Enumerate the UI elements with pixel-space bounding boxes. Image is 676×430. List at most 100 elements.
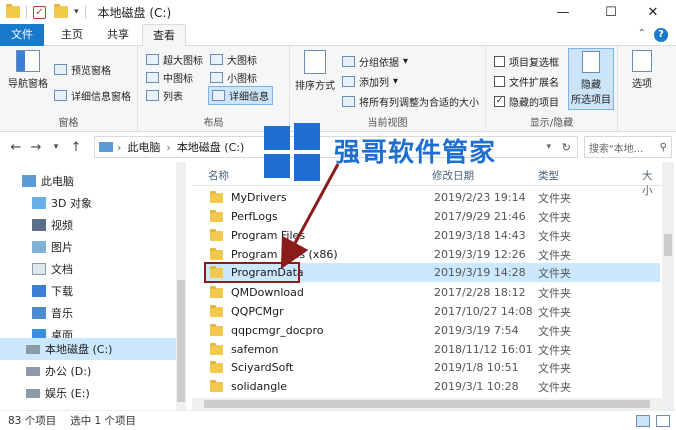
- layout-group: 超大图标 大图标 中图标 小图标 列表 详细信息 布局: [138, 46, 290, 132]
- nav-scroll-thumb[interactable]: [177, 280, 185, 402]
- forward-arrow-icon[interactable]: →: [26, 140, 46, 155]
- list-scroll-thumb[interactable]: [664, 234, 672, 256]
- medium-icons-option[interactable]: 中图标: [146, 70, 193, 85]
- checkbox-checked[interactable]: ✓: [494, 96, 505, 107]
- quick-access-chevron-icon[interactable]: ▾: [74, 7, 79, 17]
- item-checkboxes-toggle[interactable]: 项目复选框: [494, 54, 559, 69]
- large-icons-view-icon[interactable]: [656, 415, 670, 427]
- nav-scrollbar[interactable]: [176, 162, 186, 410]
- preview-pane-button[interactable]: 预览窗格: [54, 62, 111, 77]
- checkbox-unchecked[interactable]: [494, 76, 505, 87]
- column-date[interactable]: 修改日期: [432, 168, 474, 183]
- small-icons-icon: [210, 72, 223, 83]
- list-hscroll-thumb[interactable]: [204, 400, 650, 408]
- tab-share[interactable]: 共享: [96, 24, 140, 46]
- preview-pane-icon: [54, 64, 67, 75]
- hide-selected-icon: [582, 51, 600, 73]
- showhide-group-label: 显示/隐藏: [529, 118, 574, 129]
- title-separator: [84, 5, 86, 19]
- tab-view[interactable]: 查看: [142, 24, 186, 47]
- breadcrumb-drive[interactable]: 本地磁盘 (C:): [177, 139, 244, 155]
- file-extensions-toggle[interactable]: 文件扩展名: [494, 74, 559, 89]
- nav-item-videos[interactable]: 视频: [0, 214, 176, 236]
- nav-item-documents[interactable]: 文档: [0, 258, 176, 280]
- add-columns-button[interactable]: 添加列 ▾: [342, 74, 398, 89]
- checkbox-unchecked[interactable]: [494, 56, 505, 67]
- list-vertical-scrollbar[interactable]: [662, 162, 674, 410]
- new-folder-icon[interactable]: [54, 4, 68, 18]
- breadcrumb-chevron-icon[interactable]: ›: [166, 141, 170, 154]
- maximize-button[interactable]: ☐: [588, 0, 634, 24]
- sort-by-button[interactable]: 排序方式: [294, 50, 336, 92]
- folder-icon: [210, 323, 223, 336]
- table-row[interactable]: QQPCMgr 2017/10/27 14:08 文件夹: [204, 302, 660, 321]
- table-row[interactable]: Program Files 2019/3/18 14:43 文件夹: [204, 226, 660, 245]
- title-bar: ✓ ▾ 本地磁盘 (C:) — ☐ ✕: [0, 0, 676, 24]
- list-option[interactable]: 列表: [146, 88, 183, 103]
- annotation-arrow: [280, 163, 340, 270]
- folder-icon: [210, 342, 223, 355]
- table-row[interactable]: PerfLogs 2017/9/29 21:46 文件夹: [204, 207, 660, 226]
- window-title: 本地磁盘 (C:): [97, 5, 172, 20]
- hide-selected-button[interactable]: 隐藏 所选项目: [568, 48, 614, 110]
- group-by-icon: [342, 56, 355, 67]
- table-row[interactable]: SciyardSoft 2019/1/8 10:51 文件夹: [204, 358, 660, 377]
- nav-item-pictures[interactable]: 图片: [0, 236, 176, 258]
- panes-group: 导航窗格 预览窗格 详细信息窗格 窗格: [0, 46, 138, 132]
- recent-chevron-icon[interactable]: ▾: [46, 142, 66, 152]
- search-icon[interactable]: ⚲: [660, 142, 667, 153]
- nav-item-drive-e[interactable]: 娱乐 (E:): [0, 382, 176, 404]
- xl-icons-icon: [146, 54, 159, 65]
- cube-icon: [32, 197, 46, 209]
- size-columns-button[interactable]: 将所有列调整为合适的大小: [342, 94, 479, 109]
- current-view-group-label: 当前视图: [367, 118, 408, 129]
- details-option[interactable]: 详细信息: [208, 86, 273, 105]
- chevron-down-icon: ▾: [403, 56, 409, 67]
- properties-icon[interactable]: ✓: [33, 5, 46, 19]
- hidden-items-toggle[interactable]: ✓ 隐藏的项目: [494, 94, 559, 109]
- folder-icon: [210, 247, 223, 260]
- table-row[interactable]: qqpcmgr_docpro 2019/3/19 7:54 文件夹: [204, 321, 660, 340]
- address-bar[interactable]: › 此电脑 › 本地磁盘 (C:) ▾ ↻: [94, 136, 578, 158]
- tab-file[interactable]: 文件: [0, 24, 44, 46]
- search-input[interactable]: 搜索"本地... ⚲: [584, 136, 672, 158]
- column-name[interactable]: 名称: [208, 168, 229, 183]
- item-count: 83 个项目: [8, 415, 57, 427]
- xl-icons-option[interactable]: 超大图标: [146, 52, 203, 67]
- table-row[interactable]: QMDownload 2017/2/28 18:12 文件夹: [204, 283, 660, 302]
- details-view-icon[interactable]: [636, 415, 650, 427]
- breadcrumb-pc[interactable]: 此电脑: [127, 139, 160, 155]
- nav-item-drive-d[interactable]: 办公 (D:): [0, 360, 176, 382]
- up-arrow-icon[interactable]: ↑: [66, 140, 86, 155]
- details-pane-button[interactable]: 详细信息窗格: [54, 88, 131, 103]
- minimize-button[interactable]: —: [540, 0, 586, 24]
- back-arrow-icon[interactable]: ←: [6, 140, 26, 155]
- group-by-button[interactable]: 分组依据 ▾: [342, 54, 408, 69]
- table-row[interactable]: solidangle 2019/3/1 10:28 文件夹: [204, 377, 660, 396]
- folder-icon: [210, 209, 223, 222]
- showhide-group: 项目复选框 文件扩展名 ✓ 隐藏的项目 隐藏 所选项目 显示/隐藏: [486, 46, 618, 132]
- tab-home[interactable]: 主页: [50, 24, 94, 46]
- large-icons-option[interactable]: 大图标: [210, 52, 257, 67]
- ribbon-collapse-chevron-icon[interactable]: ⌃: [638, 28, 646, 42]
- selected-count: 选中 1 个项目: [70, 415, 137, 427]
- nav-item-drive-c[interactable]: 本地磁盘 (C:): [0, 338, 176, 360]
- nav-pane-button[interactable]: 导航窗格: [6, 50, 50, 90]
- breadcrumb-chevron-icon[interactable]: ›: [117, 141, 121, 154]
- nav-item-downloads[interactable]: 下载: [0, 280, 176, 302]
- nav-item-music[interactable]: 音乐: [0, 302, 176, 324]
- small-icons-option[interactable]: 小图标: [210, 70, 257, 85]
- help-icon[interactable]: ?: [654, 28, 668, 42]
- list-horizontal-scrollbar[interactable]: [192, 398, 662, 410]
- computer-icon: [22, 175, 36, 187]
- column-type[interactable]: 类型: [538, 168, 559, 183]
- close-button[interactable]: ✕: [630, 0, 676, 24]
- refresh-icon[interactable]: ↻: [562, 141, 571, 154]
- nav-item-this-pc[interactable]: 此电脑: [0, 170, 176, 192]
- nav-item-3d-objects[interactable]: 3D 对象: [0, 192, 176, 214]
- options-button[interactable]: 选项: [622, 50, 662, 90]
- table-row[interactable]: safemon 2018/11/12 16:01 文件夹: [204, 340, 660, 359]
- table-row[interactable]: MyDrivers 2019/2/23 19:14 文件夹: [204, 188, 660, 207]
- address-dropdown-chevron-icon[interactable]: ▾: [546, 142, 551, 152]
- current-view-group: 排序方式 分组依据 ▾ 添加列 ▾ 将所有列调整为合适的大小 当前视图: [290, 46, 486, 132]
